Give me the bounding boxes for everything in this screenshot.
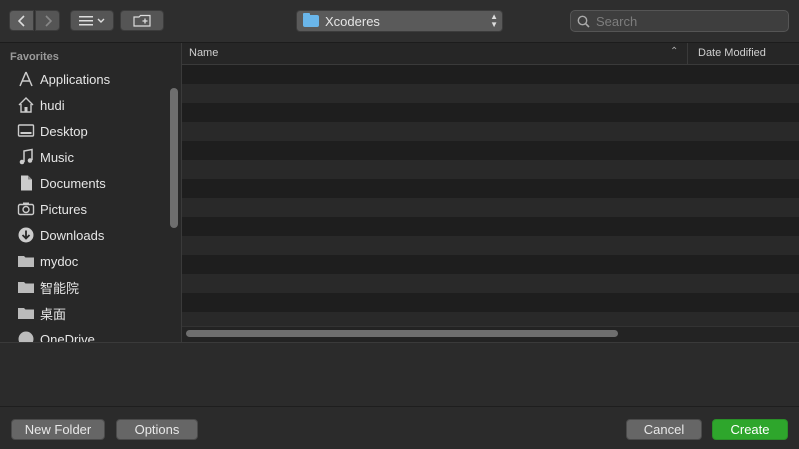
sidebar-item-pictures[interactable]: Pictures bbox=[17, 197, 167, 221]
back-button[interactable] bbox=[9, 10, 34, 31]
table-row bbox=[182, 236, 799, 255]
column-name[interactable]: Name bbox=[189, 47, 218, 59]
sidebar-item-label: Documents bbox=[40, 175, 106, 191]
chevron-right-icon bbox=[44, 14, 52, 27]
applications-icon bbox=[17, 70, 35, 88]
table-row bbox=[182, 293, 799, 312]
sidebar-heading: Favorites bbox=[10, 51, 59, 63]
sidebar-item-downloads[interactable]: Downloads bbox=[17, 223, 167, 247]
column-divider[interactable] bbox=[687, 43, 688, 64]
new-folder-button[interactable]: New Folder bbox=[11, 419, 105, 440]
create-button[interactable]: Create bbox=[712, 419, 788, 440]
table-row bbox=[182, 274, 799, 293]
download-icon bbox=[17, 226, 35, 244]
toolbar: Xcoderes ▲ ▼ bbox=[0, 0, 799, 43]
sidebar-item-label: Music bbox=[40, 149, 74, 165]
table-row bbox=[182, 141, 799, 160]
sidebar-item-label: mydoc bbox=[40, 253, 79, 269]
sidebar-item-mydoc[interactable]: mydoc bbox=[17, 249, 167, 273]
folder-icon bbox=[17, 278, 35, 296]
chevron-down-icon bbox=[97, 18, 105, 23]
table-row bbox=[182, 217, 799, 236]
file-rows bbox=[182, 65, 799, 331]
cancel-button[interactable]: Cancel bbox=[626, 419, 702, 440]
music-icon bbox=[17, 148, 35, 166]
sidebar-item-label: Pictures bbox=[40, 201, 87, 217]
sidebar-item-music[interactable]: Music bbox=[17, 145, 167, 169]
sidebar-item-desktop[interactable]: Desktop bbox=[17, 119, 167, 143]
bottom-bar: New Folder Options Cancel Create bbox=[0, 406, 799, 449]
table-row bbox=[182, 160, 799, 179]
sidebar-item-zhinengyuan[interactable]: 智能院 bbox=[17, 275, 167, 299]
sidebar-item-label: Desktop bbox=[40, 123, 88, 139]
sidebar-item-zhuomian[interactable]: 桌面 bbox=[17, 301, 167, 325]
desktop-icon bbox=[17, 122, 35, 140]
forward-button[interactable] bbox=[35, 10, 60, 31]
cloud-icon bbox=[17, 330, 35, 342]
table-row bbox=[182, 122, 799, 141]
updown-chevron-icon: ▲ ▼ bbox=[490, 12, 498, 29]
folder-icon bbox=[17, 252, 35, 270]
sidebar: Favorites Applications hudi Desktop Musi… bbox=[0, 43, 181, 342]
accessory-area bbox=[0, 342, 799, 407]
folder-icon bbox=[303, 13, 319, 27]
sort-ascending-icon: ⌃ bbox=[670, 46, 679, 57]
sidebar-item-documents[interactable]: Documents bbox=[17, 171, 167, 195]
new-folder-toolbar-button[interactable] bbox=[120, 10, 164, 31]
sidebar-item-label: Applications bbox=[40, 71, 111, 87]
file-list: Name ⌃ Date Modified bbox=[181, 43, 799, 342]
table-row bbox=[182, 255, 799, 274]
sidebar-item-label: hudi bbox=[40, 97, 65, 113]
search-icon bbox=[577, 15, 590, 28]
sidebar-item-hudi[interactable]: hudi bbox=[17, 93, 167, 117]
path-label: Xcoderes bbox=[325, 13, 380, 29]
horizontal-scrollbar[interactable] bbox=[186, 330, 618, 337]
search-input[interactable] bbox=[594, 12, 778, 30]
folder-icon bbox=[17, 304, 35, 322]
column-date-modified[interactable]: Date Modified bbox=[698, 47, 766, 59]
table-row bbox=[182, 65, 799, 84]
path-popup[interactable]: Xcoderes ▲ ▼ bbox=[296, 10, 503, 32]
navigation-buttons bbox=[9, 10, 61, 31]
documents-icon bbox=[17, 174, 35, 192]
sidebar-item-label: OneDrive bbox=[40, 331, 95, 343]
column-header: Name ⌃ Date Modified bbox=[182, 43, 799, 65]
sidebar-item-label: 智能院 bbox=[40, 280, 80, 296]
sidebar-item-onedrive[interactable]: OneDrive bbox=[17, 327, 167, 342]
search-field[interactable] bbox=[570, 10, 789, 32]
chevron-left-icon bbox=[17, 14, 25, 27]
table-row bbox=[182, 179, 799, 198]
options-button[interactable]: Options bbox=[116, 419, 198, 440]
table-row bbox=[182, 84, 799, 103]
sidebar-item-applications[interactable]: Applications bbox=[17, 67, 167, 91]
table-row bbox=[182, 198, 799, 217]
sidebar-item-label: 桌面 bbox=[40, 306, 67, 322]
sidebar-item-label: Downloads bbox=[40, 227, 105, 243]
view-mode-button[interactable] bbox=[70, 10, 114, 31]
camera-icon bbox=[17, 200, 35, 218]
table-row bbox=[182, 103, 799, 122]
sidebar-scrollbar[interactable] bbox=[170, 88, 178, 228]
new-folder-icon bbox=[133, 14, 151, 27]
list-view-icon bbox=[79, 15, 93, 25]
home-icon bbox=[17, 96, 35, 114]
